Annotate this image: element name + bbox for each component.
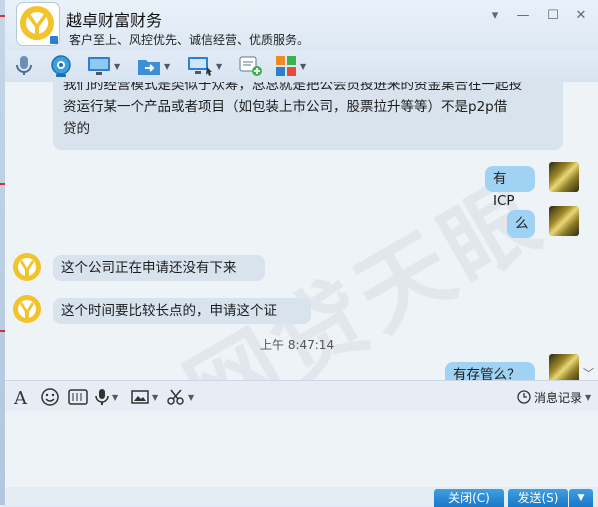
svg-text:A: A <box>13 388 28 406</box>
apps-icon[interactable]: ▼ <box>275 54 306 78</box>
chevron-down-icon: ▼ <box>216 61 223 71</box>
message-bubble: 么 <box>507 210 535 238</box>
send-options-dropdown[interactable]: ▼ <box>569 489 593 507</box>
send-file-icon[interactable]: ▼ <box>137 54 170 78</box>
scissors-icon[interactable]: ▼ <box>167 387 194 407</box>
message-bubble: 我们的经营模式是类似于众筹，总总就是把公会员投进来的资金集合在一起投 资运行某一… <box>53 82 563 150</box>
chevron-down-icon: ▼ <box>112 392 119 402</box>
video-call-icon[interactable] <box>49 54 73 78</box>
emoji-icon[interactable] <box>41 387 59 407</box>
dropdown-icon[interactable]: ▾ <box>485 6 505 26</box>
clock-icon <box>517 390 531 404</box>
message-history-button[interactable]: 消息记录 ▼ <box>517 387 591 407</box>
message-bubble: 有存管么？ <box>445 362 535 380</box>
message-text: 我们的经营模式是类似于众筹，总总就是把公会员投进来的资金集合在一起投 <box>63 82 522 93</box>
message-input[interactable] <box>5 411 598 487</box>
message-bubble: 这个时间要比较长点的，申请这个证 <box>53 298 311 324</box>
my-avatar[interactable] <box>549 354 579 380</box>
chevron-down-icon: ▼ <box>300 61 307 71</box>
chat-toolbar: ▼ ▼ ▼ ▼ <box>5 50 598 82</box>
gif-icon[interactable] <box>67 387 89 407</box>
maximize-icon[interactable]: ☐ <box>543 6 563 26</box>
my-avatar[interactable] <box>549 206 579 236</box>
voice-call-icon[interactable] <box>15 54 33 78</box>
message-bubble: 有ICP <box>485 166 535 209</box>
contact-signature: 客户至上、风控优先、诚信经营、优质服务。 <box>69 33 310 47</box>
close-icon[interactable]: ✕ <box>571 6 591 26</box>
remote-desktop-icon[interactable]: ▼ <box>87 54 120 78</box>
minimize-icon[interactable]: — <box>513 6 533 26</box>
microphone-icon[interactable]: ▼ <box>95 387 118 407</box>
message-timestamp: 上午 8:47:14 <box>260 338 335 352</box>
message-history-label: 消息记录 <box>534 390 583 405</box>
contact-avatar[interactable] <box>12 252 42 282</box>
contact-avatar[interactable] <box>12 294 42 324</box>
chevron-down-icon: ▼ <box>114 61 121 71</box>
font-icon[interactable]: A <box>13 387 31 407</box>
send-sms-icon[interactable] <box>239 54 263 78</box>
message-bubble: 这个公司正在申请还没有下来 <box>53 255 265 281</box>
message-list[interactable]: 网贷天眼 我们的经营模式是类似于众筹，总总就是把公会员投进来的资金集合在一起投 … <box>5 82 598 380</box>
contact-name: 越卓财富财务 <box>66 11 163 30</box>
chevron-down-icon: ▼ <box>164 61 171 71</box>
chevron-down-icon: ▼ <box>577 493 585 503</box>
send-button[interactable]: 发送(S) <box>508 489 568 507</box>
app-logo <box>17 3 59 45</box>
chevron-down-icon: ▼ <box>585 392 592 402</box>
input-toolbar: A ▼ ▼ ▼ 消息记录 ▼ <box>5 380 598 411</box>
image-icon[interactable]: ▼ <box>131 387 158 407</box>
my-avatar[interactable] <box>549 162 579 192</box>
message-text: 贷的 <box>63 121 90 137</box>
close-button[interactable]: 关闭(C) <box>434 489 504 507</box>
chevron-down-icon: ▼ <box>152 392 159 402</box>
title-bar[interactable]: 越卓财富财务 客户至上、风控优先、诚信经营、优质服务。 ▾ — ☐ ✕ <box>5 0 598 50</box>
chevron-down-icon: ▼ <box>188 392 195 402</box>
screen-share-icon[interactable]: ▼ <box>187 54 222 78</box>
chevron-down-icon[interactable]: ﹀ <box>583 365 594 380</box>
message-text: 资运行某一个产品或者项目（如包装上市公司，股票拉升等等）不是p2p借 <box>63 99 508 115</box>
